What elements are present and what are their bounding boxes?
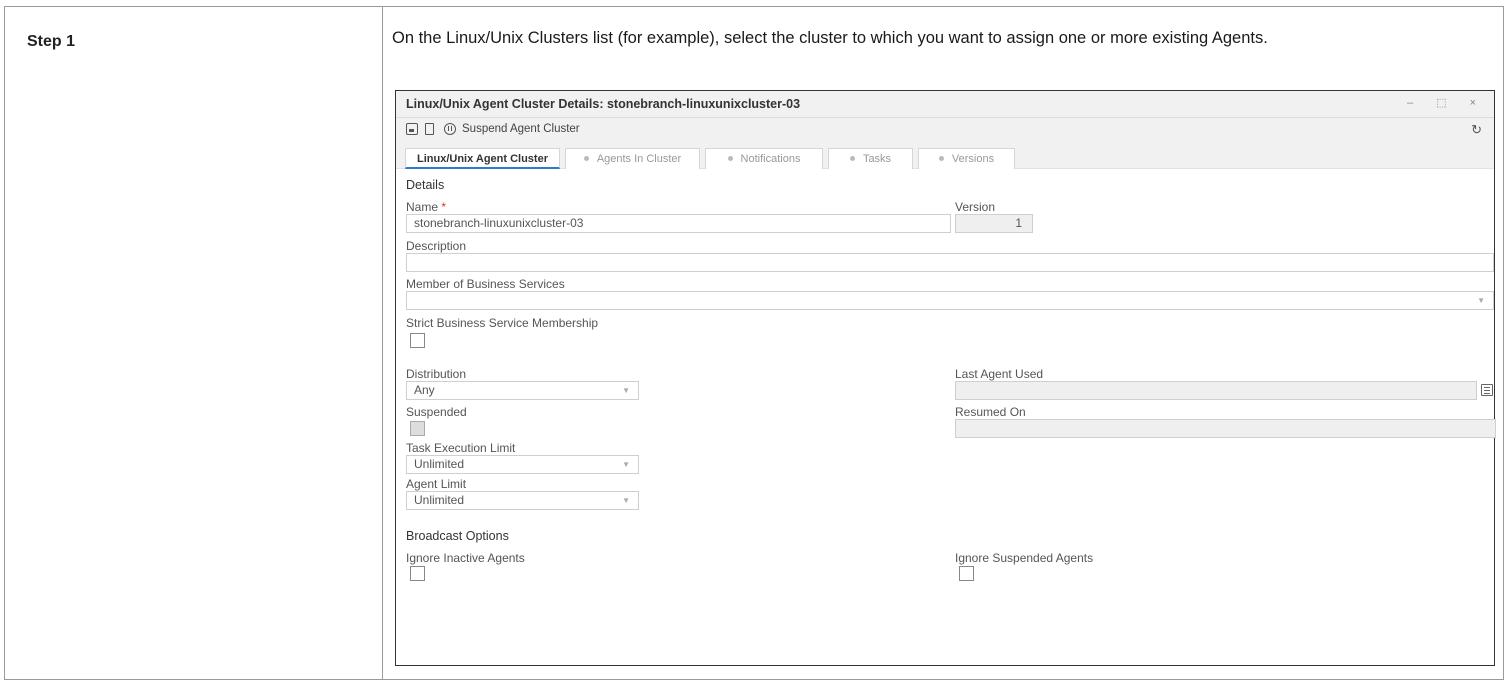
pause-icon[interactable] — [444, 123, 456, 135]
task-execution-limit-label: Task Execution Limit — [406, 441, 516, 455]
document-table: Step 1 On the Linux/Unix Clusters list (… — [4, 6, 1504, 680]
details-section-heading: Details — [406, 178, 445, 192]
name-label: Name * — [406, 200, 446, 214]
tab-versions[interactable]: Versions — [918, 148, 1015, 169]
broadcast-options-heading: Broadcast Options — [406, 529, 509, 543]
distribution-value: Any — [414, 383, 435, 397]
name-label-text: Name — [406, 200, 439, 214]
tab-dot-icon — [583, 155, 589, 161]
tab-notifications[interactable]: Notifications — [705, 148, 823, 169]
tab-bar: Linux/Unix Agent Cluster Agents In Clust… — [396, 142, 1494, 169]
version-field: 1 — [955, 214, 1033, 233]
tab-tasks[interactable]: Tasks — [828, 148, 913, 169]
tab-dot-icon — [727, 155, 733, 161]
last-agent-used-label: Last Agent Used — [955, 367, 1044, 381]
ignore-suspended-agents-label: Ignore Suspended Agents — [955, 551, 1094, 565]
chevron-down-icon: ▼ — [622, 460, 630, 469]
suspended-label: Suspended — [406, 405, 467, 419]
required-marker: * — [438, 200, 447, 214]
window-titlebar: Linux/Unix Agent Cluster Details: stoneb… — [396, 91, 1494, 118]
toolbar: Suspend Agent Cluster ↻ — [396, 118, 1494, 142]
save-icon[interactable] — [406, 123, 418, 135]
delete-icon[interactable] — [425, 123, 434, 135]
tab-linux-unix-agent-cluster[interactable]: Linux/Unix Agent Cluster — [405, 148, 560, 169]
window-controls[interactable]: – ⬚ × — [1407, 96, 1486, 109]
content-cell: On the Linux/Unix Clusters list (for exa… — [384, 7, 1503, 679]
last-agent-used-field — [955, 381, 1477, 400]
resumed-on-field — [955, 419, 1496, 438]
resumed-on-label: Resumed On — [955, 405, 1026, 419]
tab-label: Tasks — [862, 153, 892, 165]
chevron-down-icon: ▼ — [1477, 296, 1485, 305]
tab-label: Versions — [951, 153, 995, 165]
business-services-label: Member of Business Services — [406, 277, 565, 291]
tab-label: Notifications — [740, 153, 801, 165]
distribution-label: Distribution — [406, 367, 467, 381]
suspended-checkbox — [410, 421, 425, 436]
strict-membership-checkbox[interactable] — [410, 333, 425, 348]
agent-limit-select[interactable]: Unlimited ▼ — [406, 491, 639, 510]
tab-dot-icon — [938, 155, 944, 161]
ignore-inactive-agents-label: Ignore Inactive Agents — [406, 551, 525, 565]
tab-dot-icon — [849, 155, 855, 161]
distribution-select[interactable]: Any ▼ — [406, 381, 639, 400]
chevron-down-icon: ▼ — [622, 496, 630, 505]
task-execution-limit-select[interactable]: Unlimited ▼ — [406, 455, 639, 474]
agent-limit-value: Unlimited — [414, 493, 465, 507]
instruction-text: On the Linux/Unix Clusters list (for exa… — [392, 29, 1268, 47]
tab-agents-in-cluster[interactable]: Agents In Cluster — [565, 148, 700, 169]
agent-limit-label: Agent Limit — [406, 477, 467, 491]
task-execution-limit-value: Unlimited — [414, 457, 465, 471]
strict-membership-label: Strict Business Service Membership — [406, 316, 599, 330]
description-input[interactable] — [406, 253, 1494, 272]
tab-label: Linux/Unix Agent Cluster — [417, 153, 548, 165]
ignore-inactive-agents-checkbox[interactable] — [410, 566, 425, 581]
step-label: Step 1 — [27, 33, 76, 50]
version-label: Version — [955, 200, 996, 214]
description-label: Description — [406, 239, 467, 253]
chevron-down-icon: ▼ — [622, 386, 630, 395]
agent-cluster-details-window: Linux/Unix Agent Cluster Details: stoneb… — [395, 90, 1496, 666]
refresh-icon[interactable]: ↻ — [1471, 122, 1482, 138]
window-title: Linux/Unix Agent Cluster Details: stoneb… — [406, 97, 801, 111]
name-input[interactable]: stonebranch-linuxunixcluster-03 — [406, 214, 951, 233]
tab-label: Agents In Cluster — [596, 153, 682, 165]
ignore-suspended-agents-checkbox[interactable] — [959, 566, 974, 581]
business-services-select[interactable]: ▼ — [406, 291, 1494, 310]
step-cell: Step 1 — [5, 7, 383, 679]
suspend-agent-cluster-button[interactable]: Suspend Agent Cluster — [462, 123, 580, 135]
list-details-icon[interactable] — [1481, 384, 1493, 396]
